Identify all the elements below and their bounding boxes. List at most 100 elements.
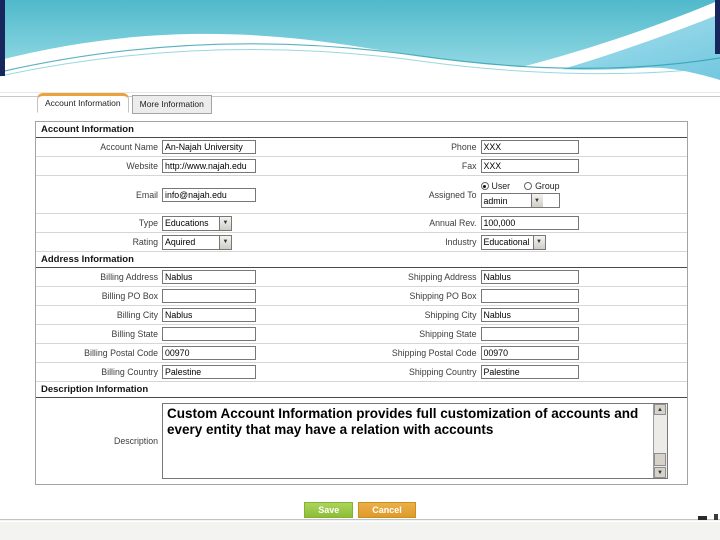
form-cell: Fax (362, 157, 688, 175)
tab-account-information[interactable]: Account Information (37, 93, 129, 113)
dropdown-arrow-icon[interactable]: ▼ (532, 235, 545, 249)
scrollbar[interactable]: ▲ ▼ (653, 404, 667, 478)
scroll-down-icon[interactable]: ▼ (654, 467, 666, 478)
form-cell: Billing Postal Code (36, 344, 362, 362)
form-cell: Shipping Country (362, 363, 688, 381)
type-select[interactable]: Educations ▼ (162, 215, 232, 231)
wave-graphic-icon (0, 0, 720, 92)
field-label-shipping-postal-code: Shipping Postal Code (391, 348, 477, 358)
phone-input[interactable] (480, 140, 579, 154)
screen-artifact (698, 516, 707, 520)
tab-strip: Account Information More Information (37, 93, 212, 114)
industry-select[interactable]: Educational ▼ (480, 234, 546, 250)
field-label-fax: Fax (461, 161, 477, 171)
tab-more-information[interactable]: More Information (131, 95, 212, 114)
field-label-rating: Rating (132, 237, 158, 247)
form-row: Rating Aquired ▼ Industry Educational ▼ (36, 233, 687, 252)
shipping-state-input[interactable] (480, 327, 579, 341)
field-label-billing-po-box: Billing PO Box (101, 291, 158, 301)
field-label-type: Type (138, 218, 158, 228)
form-cell: Billing Country (36, 363, 362, 381)
form-cell: Industry Educational ▼ (362, 233, 688, 251)
field-label-shipping-country: Shipping Country (409, 367, 477, 377)
assigned-to-user-radio[interactable]: User (480, 181, 511, 191)
form-row: Billing State Shipping State (36, 325, 687, 344)
form-cell: Shipping Postal Code (362, 344, 688, 362)
form-row: Description Custom Account Information p… (36, 398, 687, 484)
field-label-shipping-state: Shipping State (419, 329, 477, 339)
type-select-value: Educations (165, 218, 209, 228)
shipping-country-input[interactable] (480, 365, 579, 379)
field-label-email: Email (136, 189, 158, 200)
tab-bar: Account Information More Information (0, 93, 720, 114)
field-label-shipping-address: Shipping Address (408, 272, 477, 282)
radio-label-user: User (491, 181, 511, 191)
form-cell: Billing Address (36, 268, 362, 286)
field-label-billing-address: Billing Address (100, 272, 158, 282)
field-label-phone: Phone (451, 142, 477, 152)
field-label-billing-postal-code: Billing Postal Code (84, 348, 158, 358)
dropdown-arrow-icon[interactable]: ▼ (219, 235, 231, 249)
form-row: Billing Postal Code Shipping Postal Code (36, 344, 687, 363)
form-row: Type Educations ▼ Annual Rev. (36, 214, 687, 233)
description-textarea[interactable]: Custom Account Information provides full… (162, 403, 668, 479)
billing-country-input[interactable] (162, 365, 256, 379)
billing-postal-code-input[interactable] (162, 346, 256, 360)
description-text: Custom Account Information provides full… (167, 406, 639, 438)
annual-rev-input[interactable] (480, 216, 579, 230)
billing-state-input[interactable] (162, 327, 256, 341)
field-label-description: Description (113, 436, 158, 446)
form-cell: Assigned To User Group admin ▼ (362, 176, 688, 213)
form-cell: Billing State (36, 325, 362, 343)
section-header-address-information: Address Information (36, 252, 687, 268)
billing-po-box-input[interactable] (162, 289, 256, 303)
radio-selected-icon (480, 182, 489, 190)
section-header-account-information: Account Information (36, 122, 687, 138)
industry-select-value: Educational (483, 237, 530, 247)
field-label-billing-city: Billing City (116, 310, 158, 320)
save-button[interactable]: Save (304, 502, 354, 518)
dropdown-arrow-icon[interactable]: ▼ (530, 194, 543, 207)
shipping-po-box-input[interactable] (480, 289, 579, 303)
field-label-account-name: Account Name (100, 142, 158, 152)
scrollbar-thumb[interactable] (654, 453, 666, 466)
form-cell: Billing PO Box (36, 287, 362, 305)
shipping-postal-code-input[interactable] (480, 346, 579, 360)
radio-unselected-icon (524, 182, 533, 190)
account-name-input[interactable] (162, 140, 256, 154)
rating-select[interactable]: Aquired ▼ (162, 234, 232, 250)
field-label-annual-rev: Annual Rev. (429, 218, 477, 228)
dropdown-arrow-icon[interactable]: ▼ (219, 216, 231, 230)
website-input[interactable] (162, 159, 256, 173)
form-row: Account Name Phone (36, 138, 687, 157)
decorative-wave-banner (0, 0, 720, 93)
form-cell: Description Custom Account Information p… (36, 398, 687, 484)
form-row: Email Assigned To User Group admin (36, 176, 687, 214)
form-cell: Shipping PO Box (362, 287, 688, 305)
form-cell: Website (36, 157, 362, 175)
form-row: Billing Address Shipping Address (36, 268, 687, 287)
screen-artifact (714, 514, 718, 520)
field-label-shipping-po-box: Shipping PO Box (409, 291, 477, 301)
assigned-user-select-value: admin (483, 195, 508, 206)
form-row: Website Fax (36, 157, 687, 176)
fax-input[interactable] (480, 159, 579, 173)
scroll-up-icon[interactable]: ▲ (654, 404, 666, 415)
footer-bar (0, 519, 720, 540)
form-cell: Shipping State (362, 325, 688, 343)
radio-label-group: Group (535, 181, 560, 191)
assigned-user-select[interactable]: admin ▼ (480, 193, 560, 208)
form-cell: Account Name (36, 138, 362, 156)
shipping-city-input[interactable] (480, 308, 579, 322)
field-label-billing-state: Billing State (111, 329, 158, 339)
billing-address-input[interactable] (162, 270, 256, 284)
form-row: Billing Country Shipping Country (36, 363, 687, 382)
form-row: Billing City Shipping City (36, 306, 687, 325)
form-cell: Rating Aquired ▼ (36, 233, 362, 251)
assigned-to-group-radio[interactable]: Group (524, 181, 560, 191)
billing-city-input[interactable] (162, 308, 256, 322)
shipping-address-input[interactable] (480, 270, 579, 284)
email-input[interactable] (162, 187, 256, 202)
cancel-button[interactable]: Cancel (358, 502, 416, 518)
assigned-to-control: User Group admin ▼ (480, 181, 560, 208)
